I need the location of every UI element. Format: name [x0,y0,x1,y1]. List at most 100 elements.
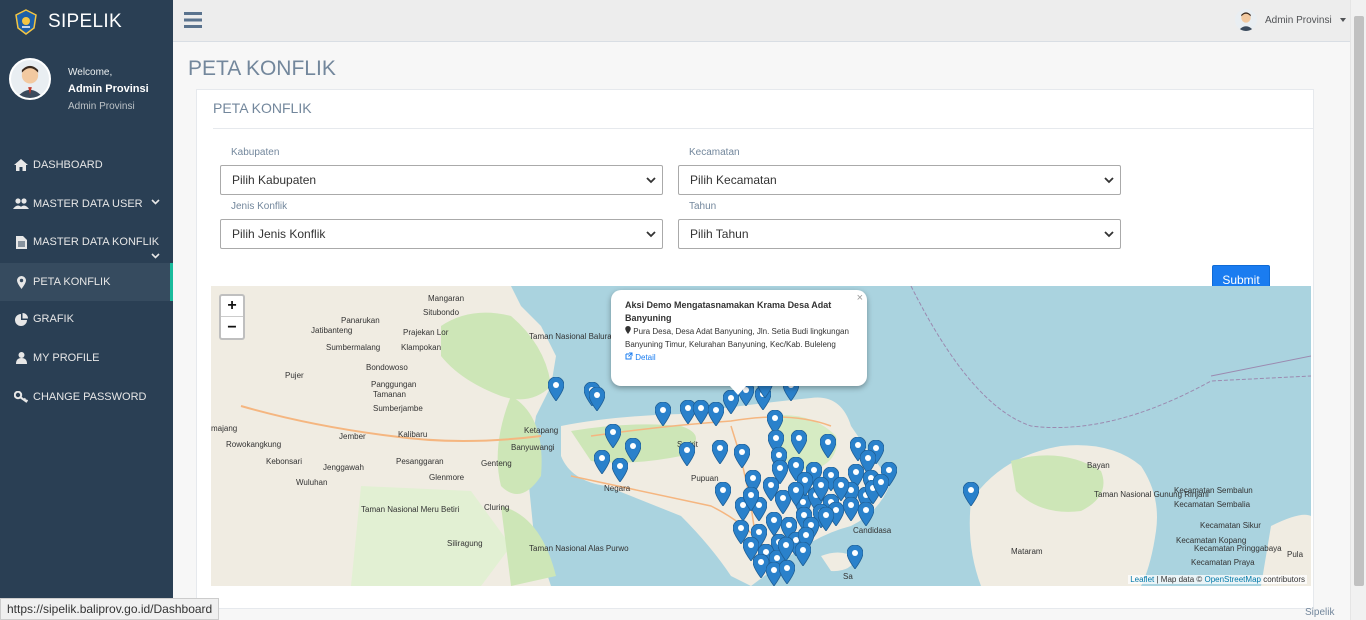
user-name: Admin Provinsi [68,83,149,95]
caret-down-icon [1339,18,1346,22]
map-place-label: Tamanan [373,390,406,399]
popup-detail-row: Detail [625,351,853,364]
map-marker-icon[interactable] [655,402,671,426]
map-marker-icon[interactable] [818,507,834,531]
sidebar-item-peta-konflik[interactable]: PETA KONFLIK [0,263,173,301]
map-place-label: Panggungan [371,380,417,389]
map-marker-icon [11,275,31,289]
map-marker-icon[interactable] [778,537,794,561]
sidebar-item-label: DASHBOARD [33,159,103,171]
brand[interactable]: SIPELIK [0,0,173,44]
avatar-small [1235,9,1257,31]
chevron-down-icon [646,231,656,238]
popup-address: Pura Desa, Desa Adat Banyuning, Jln. Set… [625,325,853,351]
map-marker-icon[interactable] [679,442,695,466]
kabupaten-select[interactable]: Pilih Kabupaten [220,165,663,195]
menu-toggle-icon[interactable] [184,12,202,28]
map-place-label: Kebonsari [266,457,303,466]
map-marker-icon[interactable] [813,477,829,501]
map-marker-icon[interactable] [963,482,979,506]
sidebar-item-dashboard[interactable]: DASHBOARD [0,146,173,184]
map-place-label: Panarukan [341,316,380,325]
chevron-down-icon [1104,231,1114,238]
sidebar-item-grafik[interactable]: GRAFIK [0,300,173,338]
map-marker-icon[interactable] [612,458,628,482]
kecamatan-select[interactable]: Pilih Kecamatan [678,165,1121,195]
sidebar-item-change-password[interactable]: CHANGE PASSWORD [0,378,173,416]
map-marker-icon[interactable] [795,542,811,566]
pie-chart-icon [11,312,31,326]
map-place-label: Taman Nasional Baluran [529,332,617,341]
map-marker-icon[interactable] [858,502,874,526]
map-place-label: Pujer [285,371,304,380]
map-place-label: Ketapang [524,426,559,435]
popup-title: Aksi Demo Mengatasnamakan Krama Desa Ada… [625,300,832,323]
divider [213,128,1313,129]
osm-link[interactable]: OpenStreetMap [1204,575,1260,584]
scrollbar[interactable] [1350,0,1366,620]
map-marker-icon[interactable] [779,560,795,584]
user-menu[interactable]: Admin Provinsi [1235,9,1346,31]
map-marker-icon[interactable] [743,487,759,511]
scrollbar-thumb[interactable] [1354,16,1364,586]
map-marker-icon[interactable] [763,477,779,501]
map-marker-icon[interactable] [734,444,750,468]
footer-brand: Sipelik [1305,607,1335,618]
app-name: SIPELIK [48,11,122,32]
popup-detail-link[interactable]: Detail [635,353,655,362]
sidebar-item-master-data-konflik[interactable]: MASTER DATA KONFLIK [0,223,173,261]
page-title: PETA KONFLIK [188,57,336,80]
browser-status-bar: https://sipelik.baliprov.go.id/Dashboard [0,598,220,620]
map-marker-icon[interactable] [589,387,605,411]
zoom-out-button[interactable]: − [221,317,243,338]
map-marker-icon[interactable] [708,402,724,426]
sidebar-item-label: MASTER DATA KONFLIK [33,236,160,248]
jenis-konflik-select[interactable]: Pilih Jenis Konflik [220,219,663,249]
map-place-label: Sumberjambe [373,404,423,413]
sidebar-item-my-profile[interactable]: MY PROFILE [0,339,173,377]
top-nav: Admin Provinsi [173,0,1350,42]
map-marker-icon[interactable] [605,424,621,448]
map-marker-icon[interactable] [788,482,804,506]
marker-popup: × Aksi Demo Mengatasnamakan Krama Desa A… [611,290,867,395]
bali-logo-icon [15,9,37,35]
key-icon [11,391,31,403]
users-icon [11,198,31,210]
leaflet-link[interactable]: Leaflet [1130,575,1154,584]
home-icon [11,159,31,171]
map-marker-icon[interactable] [693,400,709,424]
user-menu-label: Admin Provinsi [1265,14,1332,26]
map-marker-icon[interactable] [791,430,807,454]
chevron-down-icon [646,177,656,184]
map-place-label: Jatibanteng [311,326,353,335]
chevron-down-icon [151,199,160,205]
map-marker-icon[interactable] [715,482,731,506]
zoom-in-button[interactable]: + [221,296,243,317]
sidebar-item-label: PETA KONFLIK [33,276,111,288]
user-icon [11,352,31,364]
map-place-label: Kecamatan Sikur [1200,521,1261,530]
popup-close-button[interactable]: × [857,292,863,305]
map-marker-icon[interactable] [873,474,889,498]
conflict-map[interactable]: + − Mangaran Situbondo Panarukan Jatibanten… [211,286,1311,586]
user-role: Admin Provinsi [68,101,135,112]
sidebar-item-master-data-user[interactable]: MASTER DATA USER [0,185,173,223]
map-marker-icon[interactable] [847,545,863,569]
map-marker-icon[interactable] [712,440,728,464]
map-marker-icon[interactable] [820,434,836,458]
map-place-label: Klampokan [401,343,442,352]
map-place-label: Sa [843,572,853,581]
map-marker-icon[interactable] [833,477,849,501]
map-marker-icon[interactable] [766,512,782,536]
map-place-label: Situbondo [423,308,460,317]
map-marker-icon[interactable] [548,377,564,401]
avatar [9,58,51,100]
map-place-label: Genteng [481,459,512,468]
map-place-label: Bondowoso [366,363,408,372]
chevron-down-icon [151,253,160,259]
map-place-label: Pula [1287,550,1304,559]
tahun-select[interactable]: Pilih Tahun [678,219,1121,249]
map-marker-icon[interactable] [594,450,610,474]
map-place-label: Negara [604,484,631,493]
map-place-label: Taman Nasional Meru Betiri [361,505,460,514]
